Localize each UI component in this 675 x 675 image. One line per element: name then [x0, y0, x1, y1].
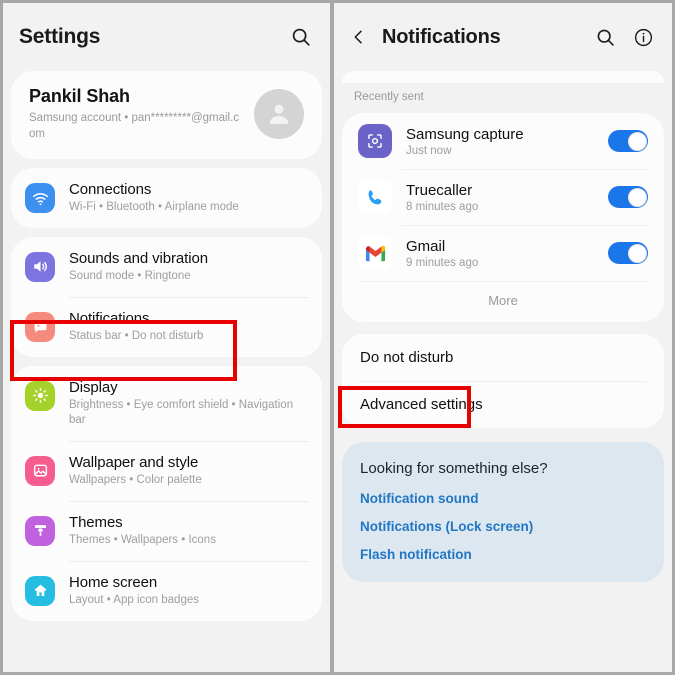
- brightness-icon: [25, 380, 55, 411]
- notification-toggle[interactable]: [608, 130, 648, 152]
- notification-time: 9 minutes ago: [406, 256, 479, 269]
- notification-toggle[interactable]: [608, 242, 648, 264]
- page-title: Settings: [19, 25, 101, 48]
- connections-card: Connections Wi-Fi • Bluetooth • Airplane…: [11, 168, 322, 228]
- sidebar-item-label: Themes: [69, 513, 123, 531]
- sidebar-item-text: Home screen Layout • App icon badges: [69, 574, 306, 608]
- sidebar-item-text: Display Brightness • Eye comfort shield …: [69, 379, 306, 428]
- sidebar-item-sublabel: Wi-Fi • Bluetooth • Airplane mode: [69, 201, 239, 214]
- sounds-notifications-card: Sounds and vibration Sound mode • Ringto…: [11, 236, 322, 357]
- sidebar-item-text: Connections Wi-Fi • Bluetooth • Airplane…: [69, 181, 306, 215]
- notifications-screen: Notifications Recently sent Samsung capt…: [332, 0, 675, 675]
- sidebar-item-text: Sounds and vibration Sound mode • Ringto…: [69, 250, 306, 284]
- sidebar-item-sublabel: Brightness • Eye comfort shield • Naviga…: [69, 398, 294, 426]
- account-subtitle: Samsung account • pan*********@gmail.com: [29, 112, 240, 140]
- dual-phone-screenshot: Settings Pankil Shah Samsung account • p…: [0, 0, 675, 675]
- info-card-title: Looking for something else?: [360, 460, 548, 477]
- sidebar-item-label: Wallpaper and style: [69, 453, 199, 471]
- account-row[interactable]: Pankil Shah Samsung account • pan*******…: [11, 71, 322, 159]
- sidebar-item-wallpaper-and-style[interactable]: Wallpaper and style Wallpapers • Color p…: [11, 440, 322, 501]
- looking-for-something-else-card: Looking for something else? Notification…: [342, 442, 664, 582]
- info-icon[interactable]: [630, 24, 656, 50]
- section-label-recently-sent: Recently sent: [354, 91, 424, 103]
- gmail-icon: [358, 236, 392, 270]
- display-group-card: Display Brightness • Eye comfort shield …: [11, 365, 322, 621]
- account-name: Pankil Shah: [29, 86, 130, 106]
- notification-app-name: Gmail: [406, 237, 446, 255]
- brush-icon: [25, 515, 55, 546]
- notification-settings-card: Do not disturb Advanced settings: [342, 334, 664, 428]
- sidebar-item-sublabel: Layout • App icon badges: [69, 593, 199, 606]
- sidebar-item-notifications[interactable]: Notifications Status bar • Do not distur…: [11, 296, 322, 357]
- sidebar-item-label: Notifications: [69, 309, 150, 327]
- sidebar-item-text: Notifications Status bar • Do not distur…: [69, 310, 306, 344]
- notification-app-name: Samsung capture: [406, 125, 524, 143]
- notification-row-gmail[interactable]: Gmail 9 minutes ago: [342, 225, 664, 281]
- speaker-icon: [25, 251, 55, 282]
- search-icon[interactable]: [592, 24, 618, 50]
- more-button[interactable]: More: [342, 281, 664, 322]
- back-chevron-icon[interactable]: [350, 25, 370, 49]
- advanced-settings-row[interactable]: Advanced settings: [342, 381, 664, 428]
- account-text: Pankil Shah Samsung account • pan*******…: [29, 86, 244, 142]
- recently-sent-card: Samsung capture Just now Truecaller 8 mi…: [342, 113, 664, 322]
- notification-app-name: Truecaller: [406, 181, 473, 199]
- settings-screen: Settings Pankil Shah Samsung account • p…: [0, 0, 332, 675]
- page-title: Notifications: [382, 25, 501, 48]
- sidebar-item-label: Sounds and vibration: [69, 249, 208, 267]
- sidebar-item-sublabel: Sound mode • Ringtone: [69, 269, 191, 282]
- notification-toggle[interactable]: [608, 186, 648, 208]
- settings-header: Settings: [3, 3, 330, 71]
- do-not-disturb-row[interactable]: Do not disturb: [342, 334, 664, 381]
- link-notification-sound[interactable]: Notification sound: [360, 491, 646, 506]
- toggle-knob: [627, 243, 647, 263]
- truecaller-phone-icon: [358, 180, 392, 214]
- notification-text: Truecaller 8 minutes ago: [406, 182, 608, 213]
- sidebar-item-label: Home screen: [69, 573, 158, 591]
- sidebar-item-label: Display: [69, 378, 118, 396]
- sidebar-item-connections[interactable]: Connections Wi-Fi • Bluetooth • Airplane…: [11, 168, 322, 228]
- sidebar-item-display[interactable]: Display Brightness • Eye comfort shield …: [11, 366, 322, 441]
- sidebar-item-sublabel: Wallpapers • Color palette: [69, 473, 202, 486]
- sidebar-item-sounds-and-vibration[interactable]: Sounds and vibration Sound mode • Ringto…: [11, 237, 322, 297]
- notification-time: 8 minutes ago: [406, 200, 479, 213]
- toggle-knob: [627, 131, 647, 151]
- link-notifications-lock-screen[interactable]: Notifications (Lock screen): [360, 519, 646, 534]
- notification-text: Gmail 9 minutes ago: [406, 238, 608, 269]
- notification-row-truecaller[interactable]: Truecaller 8 minutes ago: [342, 169, 664, 225]
- account-card[interactable]: Pankil Shah Samsung account • pan*******…: [11, 71, 322, 160]
- notification-icon: [25, 311, 55, 342]
- sidebar-item-sublabel: Themes • Wallpapers • Icons: [69, 533, 216, 546]
- notification-row-samsung-capture[interactable]: Samsung capture Just now: [342, 113, 664, 169]
- samsung-capture-icon: [358, 124, 392, 158]
- sidebar-item-sublabel: Status bar • Do not disturb: [69, 329, 204, 342]
- sidebar-item-text: Themes Themes • Wallpapers • Icons: [69, 514, 306, 548]
- link-flash-notification[interactable]: Flash notification: [360, 547, 646, 562]
- avatar[interactable]: [254, 89, 304, 140]
- sidebar-item-home-screen[interactable]: Home screen Layout • App icon badges: [11, 560, 322, 621]
- sidebar-item-text: Wallpaper and style Wallpapers • Color p…: [69, 454, 306, 488]
- toggle-knob: [627, 187, 647, 207]
- sidebar-item-themes[interactable]: Themes Themes • Wallpapers • Icons: [11, 500, 322, 561]
- home-icon: [25, 575, 55, 606]
- notification-time: Just now: [406, 144, 452, 157]
- notification-text: Samsung capture Just now: [406, 126, 608, 157]
- sidebar-item-label: Connections: [69, 181, 152, 199]
- image-icon: [25, 455, 55, 486]
- wifi-icon: [25, 183, 55, 214]
- notifications-header: Notifications: [334, 3, 672, 71]
- search-icon[interactable]: [288, 24, 314, 50]
